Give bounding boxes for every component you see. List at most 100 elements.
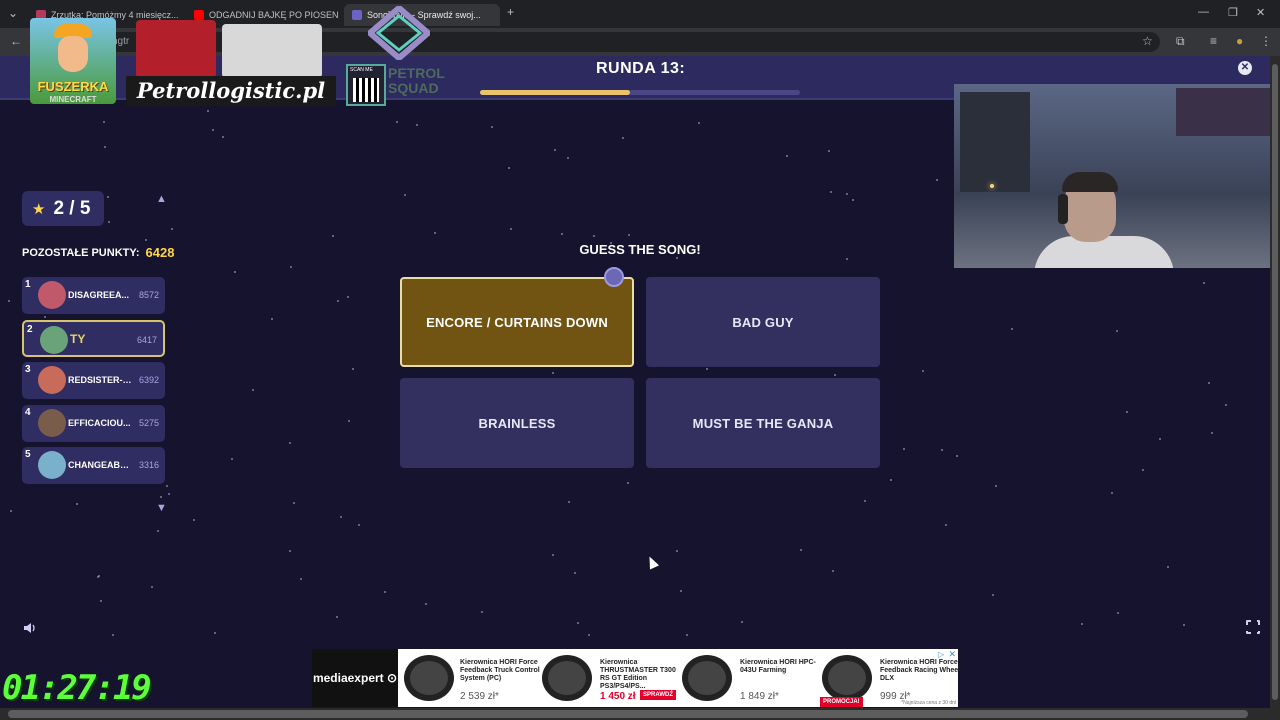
star-dot <box>1208 382 1210 384</box>
star-dot <box>10 510 12 512</box>
horizontal-scroll-thumb[interactable] <box>8 710 1248 718</box>
headset-icon <box>1058 194 1068 224</box>
star-dot <box>332 235 334 237</box>
star-dot <box>741 621 743 623</box>
star-dot <box>425 603 427 605</box>
player-avatar <box>40 326 68 354</box>
star-dot <box>160 496 162 498</box>
star-dot <box>8 300 10 302</box>
star-dot <box>680 590 682 592</box>
points-label: POZOSTAŁE PUNKTY: <box>22 246 140 259</box>
star-dot <box>508 167 510 169</box>
star-dot <box>561 233 563 235</box>
leaderboard-rank: 5 <box>25 449 31 460</box>
star-dot <box>340 516 342 518</box>
fuszerka-logo: FUSZERKA MINECRAFT <box>30 18 116 104</box>
player-avatar <box>38 409 66 437</box>
star-dot <box>1116 330 1118 332</box>
fuszerka-subtitle: MINECRAFT <box>49 95 97 104</box>
leaderboard-rank: 1 <box>25 279 31 290</box>
star-dot <box>627 482 629 484</box>
leaderboard-name: TY <box>70 332 86 346</box>
ad-banner[interactable]: mediaexpert ⊙ Kierownica HORI Force Feed… <box>312 649 960 707</box>
star-dot <box>214 632 216 634</box>
leaderboard-rank: 3 <box>25 364 31 375</box>
ad-product-title[interactable]: Kierownica HORI Force Feedback Racing Wh… <box>880 659 962 683</box>
leaderboard-score: 5275 <box>138 418 159 428</box>
diamond-logo-icon <box>368 6 430 60</box>
star-dot <box>157 530 159 532</box>
answer-option-3[interactable]: BRAINLESS <box>400 378 634 468</box>
ad-product-title[interactable]: Kierownica HORI HPC-043U Farming <box>740 659 822 675</box>
points-value: 6428 <box>145 245 175 260</box>
star-dot <box>358 524 360 526</box>
vertical-scroll-thumb[interactable] <box>1272 64 1278 700</box>
answer-option-4[interactable]: MUST BE THE GANJA <box>646 378 880 468</box>
answer-option-2[interactable]: BAD GUY <box>646 277 880 367</box>
profile-avatar-icon[interactable]: ● <box>1236 34 1243 48</box>
answer-option-1[interactable]: ENCORE / CURTAINS DOWN <box>400 277 634 367</box>
star-dot <box>554 149 556 151</box>
minimize-icon[interactable]: — <box>1198 6 1209 18</box>
petrollogistic-logo: Petrollogistic.pl <box>126 14 336 110</box>
round-progress-fill <box>480 90 631 95</box>
star-dot <box>1183 624 1185 626</box>
star-dot <box>1211 432 1213 434</box>
vertical-scrollbar[interactable] <box>1270 56 1280 708</box>
steering-wheel-icon <box>822 655 872 701</box>
chevron-down-icon[interactable]: ▼ <box>156 502 167 514</box>
chevron-up-icon[interactable]: ▲ <box>156 193 167 205</box>
star-dot <box>698 122 700 124</box>
webcam-person-body <box>1034 236 1174 268</box>
star-dot <box>786 155 788 157</box>
close-game-icon[interactable]: ✕ <box>1238 61 1252 75</box>
leaderboard-name: CHANGEABL... <box>68 460 132 470</box>
tab-search-icon[interactable]: ⌄ <box>8 6 18 20</box>
bookmark-star-icon[interactable]: ☆ <box>1142 34 1153 48</box>
media-control-icon[interactable]: ≡ <box>1210 34 1217 48</box>
star-dot <box>168 493 170 495</box>
star-dot <box>568 501 570 503</box>
ad-check-button[interactable]: SPRAWDŹ <box>640 690 676 700</box>
menu-icon[interactable]: ⋮ <box>1260 34 1272 48</box>
star-dot <box>593 235 595 237</box>
leaderboard-item: 5 CHANGEABL... 3316 <box>22 447 165 484</box>
star-dot <box>903 448 905 450</box>
leaderboard-item: 4 EFFICACIOU... 5275 <box>22 405 165 442</box>
back-icon[interactable]: ← <box>10 34 22 48</box>
close-window-icon[interactable]: ✕ <box>1256 6 1265 19</box>
star-dot <box>104 146 106 148</box>
star-dot <box>828 150 830 152</box>
squad-line1: PETROL <box>388 65 445 81</box>
star-dot <box>510 228 512 230</box>
star-dot <box>271 318 273 320</box>
ad-choices-icon[interactable]: ▷ <box>938 650 944 659</box>
leaderboard-rank: 2 <box>27 324 33 335</box>
steering-wheel-icon <box>542 655 592 701</box>
star-dot <box>404 194 406 196</box>
webcam-person-hair <box>1062 172 1118 192</box>
extensions-icon[interactable]: ⧉ <box>1176 34 1185 49</box>
star-dot <box>252 389 254 391</box>
fuszerka-title: FUSZERKA <box>37 79 109 94</box>
leaderboard-score: 3316 <box>138 460 159 470</box>
ad-close-icon[interactable]: ✕ <box>948 649 956 660</box>
ad-product-title[interactable]: Kierownica THRUSTMASTER T300 RS GT Editi… <box>600 659 682 691</box>
volume-icon[interactable] <box>22 620 38 636</box>
star-dot <box>289 442 291 444</box>
star-dot <box>956 455 958 457</box>
steering-wheel-icon <box>404 655 454 701</box>
star-dot <box>830 191 832 193</box>
leaderboard-score: 6392 <box>138 375 159 385</box>
star-dot <box>234 271 236 273</box>
ad-product-title[interactable]: Kierownica HORI Force Feedback Truck Con… <box>460 659 542 683</box>
restore-icon[interactable]: ❐ <box>1228 6 1238 19</box>
new-tab-button[interactable]: + <box>507 5 514 19</box>
star-dot <box>222 136 224 138</box>
star-dot <box>290 266 292 268</box>
fullscreen-icon[interactable] <box>1246 620 1262 636</box>
ad-promo-badge: PROMOCJA! <box>820 697 863 707</box>
horizontal-scrollbar[interactable] <box>0 708 1280 720</box>
player-avatar <box>38 451 66 479</box>
star-dot <box>567 157 569 159</box>
